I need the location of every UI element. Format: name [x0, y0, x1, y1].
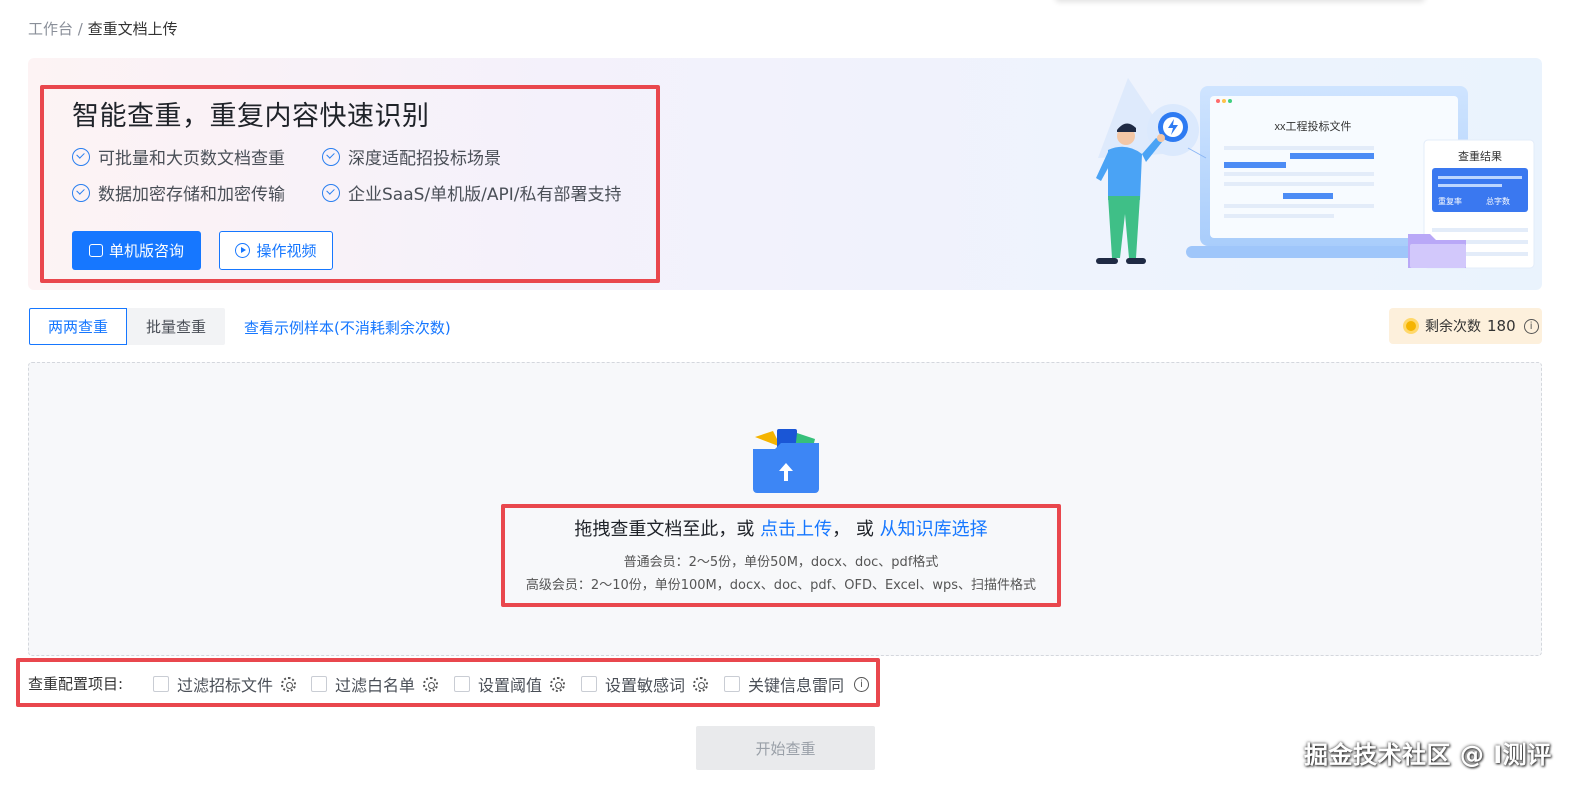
check-circle-icon: [322, 183, 340, 202]
feature-text: 深度适配招投标场景: [348, 149, 501, 169]
option-label: 过滤白名单: [335, 676, 416, 695]
premium-member-limits: 高级会员：2～10份，单份100M，docx、doc、pdf、OFD、Excel…: [525, 578, 1037, 593]
option-label: 关键信息雷同: [748, 676, 845, 695]
coin-icon: [1403, 318, 1419, 334]
upload-folder-icon: [753, 429, 819, 493]
feature-item: 可批量和大页数文档查重: [72, 144, 285, 169]
filter-whitelist-checkbox[interactable]: [311, 676, 327, 692]
option-sensitive-words: 设置敏感词: [581, 672, 709, 696]
option-label: 设置阈值: [478, 676, 543, 695]
option-label: 过滤招标文件: [177, 676, 274, 695]
gear-icon[interactable]: [281, 676, 297, 692]
gear-icon[interactable]: [693, 676, 709, 692]
banner-title: 智能查重，重复内容快速识别: [72, 101, 430, 132]
video-button[interactable]: 操作视频: [219, 231, 333, 270]
feature-text: 数据加密存储和加密传输: [98, 185, 285, 205]
illustration-doc-title: xx工程投标文件: [1275, 119, 1352, 133]
breadcrumb-current: 查重文档上传: [87, 20, 178, 38]
play-icon: [235, 243, 251, 258]
option-threshold: 设置阈值: [454, 672, 566, 696]
breadcrumb: 工作台 / 查重文档上传: [28, 18, 178, 39]
threshold-checkbox[interactable]: [454, 676, 470, 692]
option-filter-tender: 过滤招标文件: [153, 672, 297, 696]
sample-link[interactable]: 查看示例样本(不消耗剩余次数): [244, 317, 451, 338]
config-label: 查重配置项目:: [28, 675, 124, 693]
remaining-count: 180: [1487, 317, 1516, 335]
feature-item: 深度适配招投标场景: [322, 144, 501, 169]
feature-item: 数据加密存储和加密传输: [72, 180, 285, 205]
feature-text: 企业SaaS/单机版/API/私有部署支持: [348, 185, 622, 205]
check-circle-icon: [322, 147, 340, 166]
sensitive-words-checkbox[interactable]: [581, 676, 597, 692]
video-button-label: 操作视频: [256, 242, 317, 260]
chat-icon: [88, 244, 103, 257]
start-check-button[interactable]: 开始查重: [696, 726, 875, 770]
remaining-count-badge: 剩余次数 180 i: [1389, 308, 1542, 344]
check-circle-icon: [72, 147, 90, 166]
option-key-info: 关键信息雷同 i: [724, 672, 870, 696]
option-label: 设置敏感词: [605, 676, 686, 695]
illustration-result-label-2: 总字数: [1486, 196, 1510, 206]
normal-member-limits: 普通会员：2～5份，单份50M，docx、doc、pdf格式: [623, 555, 939, 570]
click-upload-link[interactable]: 点击上传: [760, 519, 832, 540]
knowledge-base-link[interactable]: 从知识库选择: [880, 519, 988, 540]
breadcrumb-separator: /: [73, 20, 88, 38]
info-icon[interactable]: i: [1523, 318, 1539, 334]
upload-prefix: 拖拽查重文档至此，或: [574, 519, 761, 540]
consult-button-label: 单机版咨询: [108, 242, 184, 260]
watermark: 掘金技术社区 @ I测评: [1304, 741, 1552, 769]
filter-tender-checkbox[interactable]: [153, 676, 169, 692]
upload-instruction: 拖拽查重文档至此，或 点击上传， 或 从知识库选择: [520, 515, 1042, 541]
gear-icon[interactable]: [423, 676, 439, 692]
tab-pair-check[interactable]: 两两查重: [29, 308, 127, 345]
breadcrumb-root[interactable]: 工作台: [28, 20, 73, 38]
feature-text: 可批量和大页数文档查重: [98, 149, 285, 169]
illustration-result-label-1: 重复率: [1438, 196, 1462, 206]
tab-batch-check[interactable]: 批量查重: [127, 308, 225, 345]
banner-illustration: xx工程投标文件 查重结果 重复率 总字数: [1096, 78, 1535, 269]
key-info-checkbox[interactable]: [724, 676, 740, 692]
feature-item: 企业SaaS/单机版/API/私有部署支持: [322, 180, 622, 205]
check-circle-icon: [72, 183, 90, 202]
option-filter-whitelist: 过滤白名单: [311, 672, 439, 696]
remaining-label: 剩余次数: [1425, 319, 1481, 335]
upload-middle: ， 或: [832, 519, 880, 540]
info-icon[interactable]: i: [854, 676, 870, 692]
consult-button[interactable]: 单机版咨询: [72, 231, 201, 270]
gear-icon[interactable]: [550, 676, 566, 692]
illustration-result-title: 查重结果: [1458, 149, 1502, 163]
